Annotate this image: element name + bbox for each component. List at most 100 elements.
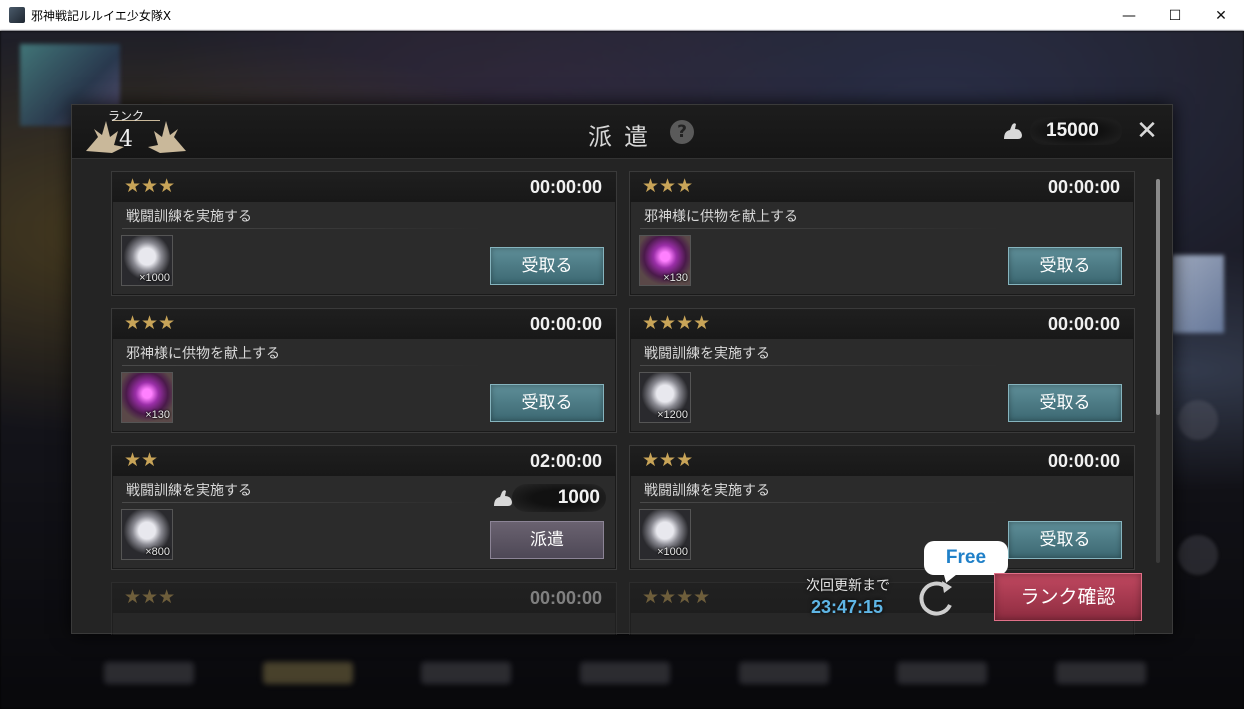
mission-name: 戦闘訓練を実施する [644,346,770,362]
mission-timer: 00:00:00 [1047,314,1120,334]
mission-card: ★★ 02:00:00 戦闘訓練を実施する ×800 1000 派遣 [111,445,617,570]
divider [122,502,482,503]
star-rating: ★★★ [124,312,176,334]
mission-timer: 00:00:00 [529,588,602,608]
mission-timer: 00:00:00 [1047,177,1120,197]
star-icons: ★★★ [124,586,176,608]
help-icon[interactable]: ? [670,120,694,144]
refresh-label: 次回更新まで [806,578,890,594]
dispatch-dialog: ランク 4 派遣 ? 15000 ✕ ★★★ 00:00:00 戦闘訓練を実施す… [71,104,1173,635]
receive-button[interactable]: 受取る [1008,521,1122,559]
star-rating: ★★★ [642,449,694,471]
stamina-display: 15000 [1002,117,1122,145]
mission-card: ★★★★ 00:00:00 戦闘訓練を実施する ×1200 受取る [629,308,1135,433]
rank-label: ランク [107,109,144,123]
receive-button[interactable]: 受取る [490,247,604,285]
divider [640,228,1000,229]
nav-item [1055,662,1146,684]
bottom-nav-blurred [70,645,1180,701]
mission-timer: 00:00:00 [529,314,602,334]
side-play-button [1178,535,1218,575]
mission-timer: 00:00:00 [529,177,602,197]
mission-card: ★★★ 00:00:00 戦闘訓練を実施する ×1000 受取る [111,171,617,296]
card-header: ★★★ 00:00:00 [630,172,1134,202]
reward-quantity: ×130 [663,272,688,284]
window-controls: — ☐ ✕ [1106,0,1244,31]
fingerprint-icon: ×1000 [121,235,173,286]
dialog-close-button[interactable]: ✕ [1134,118,1160,144]
nav-item [579,662,670,684]
reward-quantity: ×1200 [657,409,688,421]
rank-value: 4 [119,127,133,152]
divider [122,228,482,229]
mission-timer: 02:00:00 [529,451,602,471]
refresh-timer: 23:47:15 [811,597,884,617]
star-rating: ★★★★ [642,586,711,608]
star-icons: ★★★ [124,175,176,197]
orb-icon: ×130 [639,235,691,286]
scroll-thumb[interactable] [1156,179,1160,415]
star-icons: ★★★ [642,175,694,197]
star-rating: ★★ [124,449,159,471]
star-rating: ★★★ [124,586,176,608]
nav-item [421,662,512,684]
star-icons: ★★ [124,449,159,471]
star-icons: ★★★★ [642,312,711,334]
divider [122,365,482,366]
mission-name: 戦闘訓練を実施する [644,483,770,499]
mission-timer: 00:00:00 [1047,451,1120,471]
window-title: 邪神戦記ルルイエ少女隊X [31,8,172,23]
fingerprint-icon: ×1000 [639,509,691,560]
star-rating: ★★★★ [642,312,711,334]
divider [640,365,1000,366]
card-header: ★★ 02:00:00 [112,446,616,476]
receive-button[interactable]: 受取る [490,384,604,422]
maximize-button[interactable]: ☐ [1152,0,1198,31]
minimize-button[interactable]: — [1106,0,1152,31]
fingerprint-icon: ×800 [121,509,173,560]
dispatch-cost: 1000 [492,484,606,512]
star-rating: ★★★ [124,175,176,197]
mission-name: 邪神様に供物を献上する [126,346,280,362]
flexed-arm-icon [1004,123,1022,139]
dispatch-button[interactable]: 派遣 [490,521,604,559]
fingerprint-icon: ×1200 [639,372,691,423]
star-icons: ★★★ [642,449,694,471]
app-icon [9,7,25,23]
card-header: ★★★★ 00:00:00 [630,309,1134,339]
mission-name: 戦闘訓練を実施する [126,483,252,499]
receive-button[interactable]: 受取る [1008,247,1122,285]
card-header: ★★★ 00:00:00 [112,309,616,339]
mission-name: 戦闘訓練を実施する [126,209,252,225]
orb-icon: ×130 [121,372,173,423]
star-rating: ★★★ [642,175,694,197]
reward-quantity: ×1000 [657,546,688,558]
close-window-button[interactable]: ✕ [1198,0,1244,31]
scrollbar[interactable] [1156,179,1160,563]
nav-item-selected [262,662,353,684]
dialog-title: 派遣 [588,123,660,151]
cost-value: 1000 [557,487,600,508]
receive-button[interactable]: 受取る [1008,384,1122,422]
mission-card: ★★★ 00:00:00 戦闘訓練を実施する ×1000 受取る [629,445,1135,570]
side-banner-image [1172,255,1224,333]
mission-card: ★★★ 00:00:00 邪神様に供物を献上する ×130 受取る [111,308,617,433]
card-header: ★★★ 00:00:00 [630,446,1134,476]
nav-item [104,662,195,684]
rank-confirm-button[interactable]: ランク確認 [994,573,1142,621]
reward-quantity: ×1000 [139,272,170,284]
card-header: ★★★ 00:00:00 [112,583,616,613]
dialog-header: ランク 4 派遣 ? 15000 ✕ [72,105,1172,159]
stamina-value: 15000 [1046,120,1099,141]
nav-item [738,662,829,684]
nav-item [897,662,988,684]
window-titlebar: 邪神戦記ルルイエ少女隊X — ☐ ✕ [0,0,1244,31]
mission-card: ★★★ 00:00:00 邪神様に供物を献上する ×130 受取る [629,171,1135,296]
free-badge: Free [924,541,1008,575]
flexed-arm-icon [494,490,512,506]
reward-quantity: ×800 [145,546,170,558]
side-play-button [1178,400,1218,440]
star-icons: ★★★ [124,312,176,334]
star-icons: ★★★★ [642,586,711,608]
mission-card: ★★★ 00:00:00 [111,582,617,635]
